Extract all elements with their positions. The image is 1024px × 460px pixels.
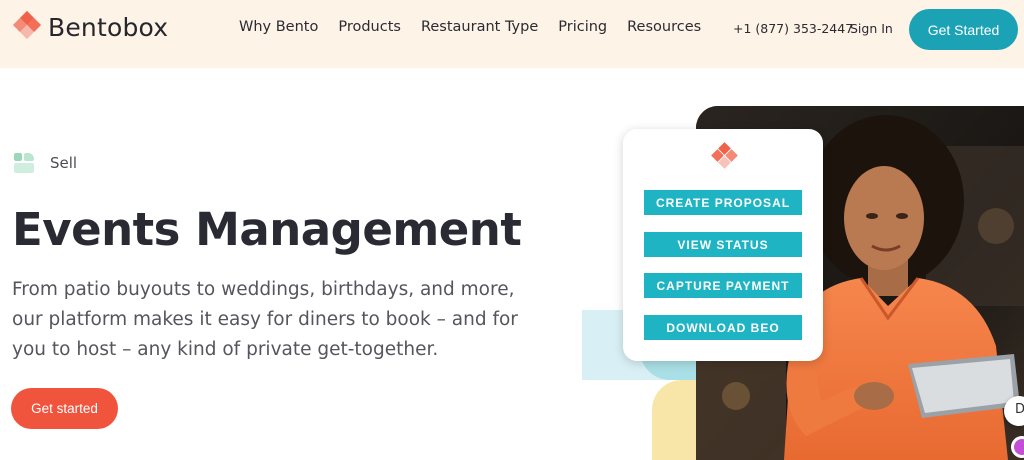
category-label: Sell xyxy=(50,154,78,172)
create-proposal-button[interactable]: CREATE PROPOSAL xyxy=(644,190,802,215)
bentobox-logo[interactable]: Bentobox xyxy=(12,10,169,42)
nav-item-resources[interactable]: Resources xyxy=(627,19,701,35)
nav-item-products[interactable]: Products xyxy=(338,19,401,35)
page-title: Events Management xyxy=(12,203,522,256)
sign-in-link[interactable]: Sign In xyxy=(850,21,893,36)
main-nav: Why Bento Products Restaurant Type Prici… xyxy=(239,19,721,35)
product-category: Sell xyxy=(14,153,77,173)
download-beo-button[interactable]: DOWNLOAD BEO xyxy=(644,315,802,340)
phone-link[interactable]: +1 (877) 353-2447 xyxy=(733,21,853,36)
hero-description: From patio buyouts to weddings, birthday… xyxy=(12,279,518,360)
bentobox-logo-icon xyxy=(12,10,42,42)
event-actions-card: CREATE PROPOSAL VIEW STATUS CAPTURE PAYM… xyxy=(623,129,823,361)
nav-item-why-bento[interactable]: Why Bento xyxy=(239,19,318,35)
site-header: Bentobox Why Bento Products Restaurant T… xyxy=(0,0,1024,68)
bentobox-mark-icon xyxy=(709,142,739,173)
hero-get-started-button[interactable]: Get started xyxy=(11,388,118,429)
nav-item-pricing[interactable]: Pricing xyxy=(558,19,607,35)
capture-payment-button[interactable]: CAPTURE PAYMENT xyxy=(644,273,802,298)
nav-item-restaurant-type[interactable]: Restaurant Type xyxy=(421,19,538,35)
view-status-button[interactable]: VIEW STATUS xyxy=(644,232,802,257)
get-started-button[interactable]: Get Started xyxy=(909,9,1018,50)
brand-name: Bentobox xyxy=(48,12,169,42)
sell-icon xyxy=(14,153,34,173)
